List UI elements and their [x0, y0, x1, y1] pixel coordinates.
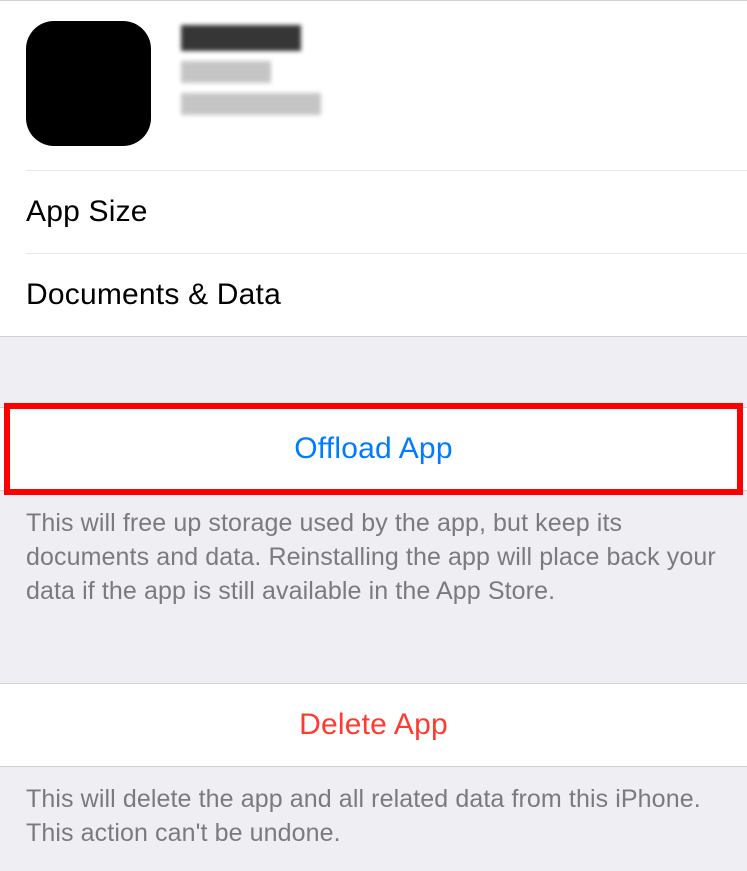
documents-data-label: Documents & Data — [26, 278, 281, 312]
app-subtitle1-redacted — [181, 61, 271, 83]
app-meta — [181, 21, 321, 115]
documents-data-row[interactable]: Documents & Data — [0, 254, 747, 336]
delete-footer-text: This will delete the app and all related… — [0, 767, 747, 871]
offload-footer-text: This will free up storage used by the ap… — [0, 491, 747, 628]
section-gap — [0, 337, 747, 407]
offload-app-label: Offload App — [294, 432, 452, 465]
offload-wrapper: Offload App — [0, 407, 747, 491]
delete-app-button[interactable]: Delete App — [0, 683, 747, 767]
app-size-label: App Size — [26, 195, 148, 229]
app-name-redacted — [181, 25, 301, 51]
delete-app-label: Delete App — [299, 708, 448, 741]
offload-app-button[interactable]: Offload App — [0, 407, 747, 491]
app-size-row[interactable]: App Size — [0, 171, 747, 253]
app-header — [0, 1, 747, 170]
app-info-section: App Size Documents & Data — [0, 1, 747, 336]
app-subtitle2-redacted — [181, 93, 321, 115]
app-icon — [26, 21, 151, 146]
section-gap — [0, 628, 747, 683]
